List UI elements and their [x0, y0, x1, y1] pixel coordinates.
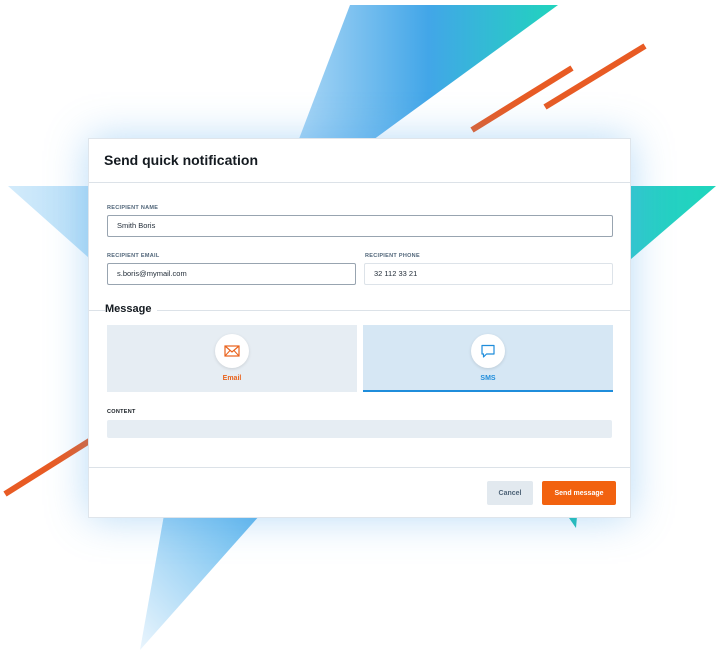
recipient-name-field[interactable]: Smith Boris: [107, 215, 613, 237]
recipient-email-label: RECIPIENT EMAIL: [107, 253, 160, 259]
recipient-phone-label: RECIPIENT PHONE: [365, 253, 420, 259]
content-textarea[interactable]: [107, 420, 612, 438]
recipient-name-label: RECIPIENT NAME: [107, 205, 159, 211]
channel-sms-tab[interactable]: SMS: [363, 325, 613, 392]
notification-dialog: Send quick notification RECIPIENT NAME S…: [88, 138, 631, 518]
message-section-title: Message: [105, 303, 158, 315]
envelope-icon: [215, 334, 249, 368]
chat-bubble-icon: [471, 334, 505, 368]
recipient-phone-field[interactable]: 32 112 33 21: [364, 263, 613, 285]
channel-sms-label: SMS: [480, 375, 496, 382]
dialog-title: Send quick notification: [104, 152, 259, 168]
recipient-email-field[interactable]: s.boris@mymail.com: [107, 263, 356, 285]
message-divider: [89, 310, 630, 311]
channel-email-label: Email: [222, 375, 242, 382]
footer-divider: [89, 467, 630, 468]
cancel-button[interactable]: Cancel: [487, 481, 533, 505]
content-label: CONTENT: [107, 409, 136, 415]
channel-email-tab[interactable]: Email: [107, 325, 357, 392]
send-message-button[interactable]: Send message: [542, 481, 616, 505]
header-divider: [89, 182, 630, 183]
